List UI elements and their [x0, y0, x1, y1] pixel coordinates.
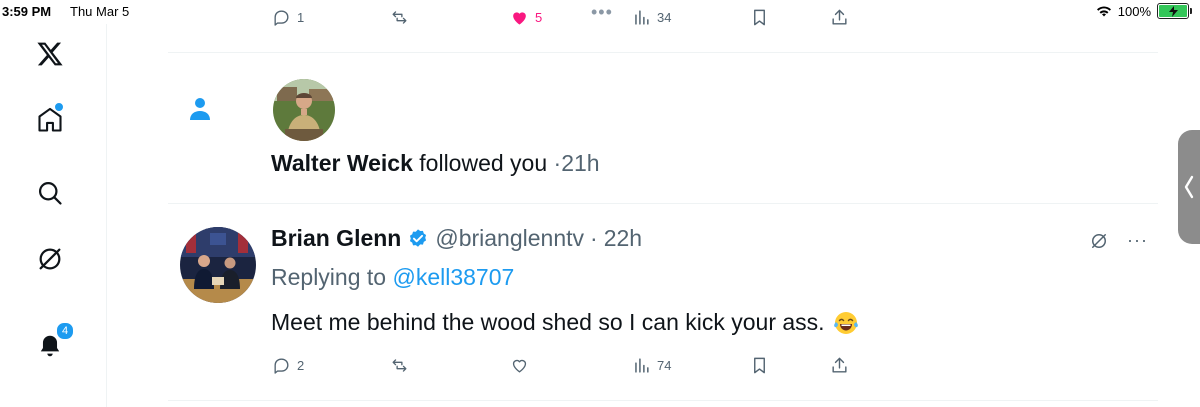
share-button[interactable]: [830, 356, 849, 375]
person-icon: [190, 98, 210, 120]
replying-prefix: Replying to: [271, 264, 387, 290]
bookmark-button[interactable]: [750, 8, 769, 27]
share-button[interactable]: [830, 8, 849, 27]
tweet-header: Brian Glenn @brianglenntv · 22h: [271, 225, 642, 252]
verified-badge-icon: [410, 228, 427, 247]
tweet-avatar[interactable]: [180, 227, 256, 303]
author-handle[interactable]: @brianglenntv: [435, 225, 584, 252]
search-nav-button[interactable]: [34, 177, 66, 209]
bookmark-icon: [754, 357, 765, 374]
tweet-separator: ·: [590, 225, 598, 251]
tweet-actions: 2 74: [272, 356, 852, 380]
views-count: 74: [657, 358, 672, 373]
heart-icon: [512, 359, 527, 373]
like-count: 5: [535, 10, 543, 25]
side-panel-handle[interactable]: [1178, 130, 1200, 244]
divider: [168, 52, 1158, 53]
notifications-badge: 4: [56, 322, 74, 340]
x-logo-icon[interactable]: [34, 38, 66, 70]
repost-button[interactable]: [390, 8, 409, 27]
tweet-more-button[interactable]: ···: [1127, 230, 1148, 251]
tears-of-joy-emoji-icon: [833, 311, 858, 334]
follower-name[interactable]: Walter Weick: [271, 150, 413, 176]
home-unread-dot: [54, 102, 64, 112]
tweet-time[interactable]: 22h: [604, 225, 642, 252]
home-nav-button[interactable]: [34, 102, 66, 136]
more-dots[interactable]: •••: [591, 2, 613, 23]
grok-nav-button[interactable]: [34, 243, 66, 275]
notifications-nav-button[interactable]: 4: [34, 322, 74, 362]
like-button[interactable]: 5: [510, 8, 542, 27]
battery-icon: [1157, 3, 1189, 19]
tweet-body: Meet me behind the wood shed so I can ki…: [271, 309, 825, 335]
heart-filled-icon: [513, 12, 526, 25]
grok-icon: [39, 248, 61, 270]
divider: [168, 400, 1158, 401]
battery-nub: [1190, 8, 1192, 14]
tweet-text: Meet me behind the wood shed so I can ki…: [271, 309, 859, 336]
views-button[interactable]: 34: [632, 8, 671, 27]
views-count: 34: [657, 10, 672, 25]
reply-count: 2: [297, 358, 305, 373]
replying-mention[interactable]: @kell38707: [392, 264, 514, 290]
avatar[interactable]: [273, 79, 335, 141]
repost-icon: [392, 11, 407, 24]
chevron-left-icon: [1184, 175, 1194, 199]
follow-text: Walter Weick followed you ·21h: [271, 150, 600, 177]
reply-button[interactable]: 2: [272, 356, 304, 375]
search-icon: [38, 181, 62, 205]
tweet-tools: ···: [1089, 230, 1148, 251]
views-icon: [635, 10, 649, 25]
grok-icon[interactable]: [1089, 231, 1109, 251]
follow-action: followed you: [419, 150, 548, 176]
share-icon: [832, 9, 847, 25]
status-time: 3:59 PM: [2, 4, 52, 19]
divider: [168, 203, 1158, 204]
reply-count: 1: [297, 10, 305, 25]
repost-icon: [392, 359, 407, 372]
reply-icon: [274, 10, 289, 26]
views-button[interactable]: 74: [632, 356, 671, 375]
status-date: Thu Mar 5: [70, 4, 130, 19]
views-icon: [635, 358, 649, 373]
follow-time: 21h: [561, 150, 600, 176]
replying-to: Replying to @kell38707: [271, 264, 514, 291]
reply-button[interactable]: 1: [272, 8, 304, 27]
left-nav: 4: [0, 24, 107, 407]
bookmark-icon: [754, 9, 765, 26]
share-icon: [832, 357, 847, 373]
author-name[interactable]: Brian Glenn: [271, 225, 401, 252]
reply-icon: [274, 358, 289, 374]
bookmark-button[interactable]: [750, 356, 769, 375]
repost-button[interactable]: [390, 356, 409, 375]
notifications-feed: 1 5 ••• 34 Walter Weick followed you ·21…: [168, 0, 1158, 407]
top-tweet-actions: 1 5 ••• 34: [272, 2, 852, 32]
like-button[interactable]: [510, 356, 529, 375]
